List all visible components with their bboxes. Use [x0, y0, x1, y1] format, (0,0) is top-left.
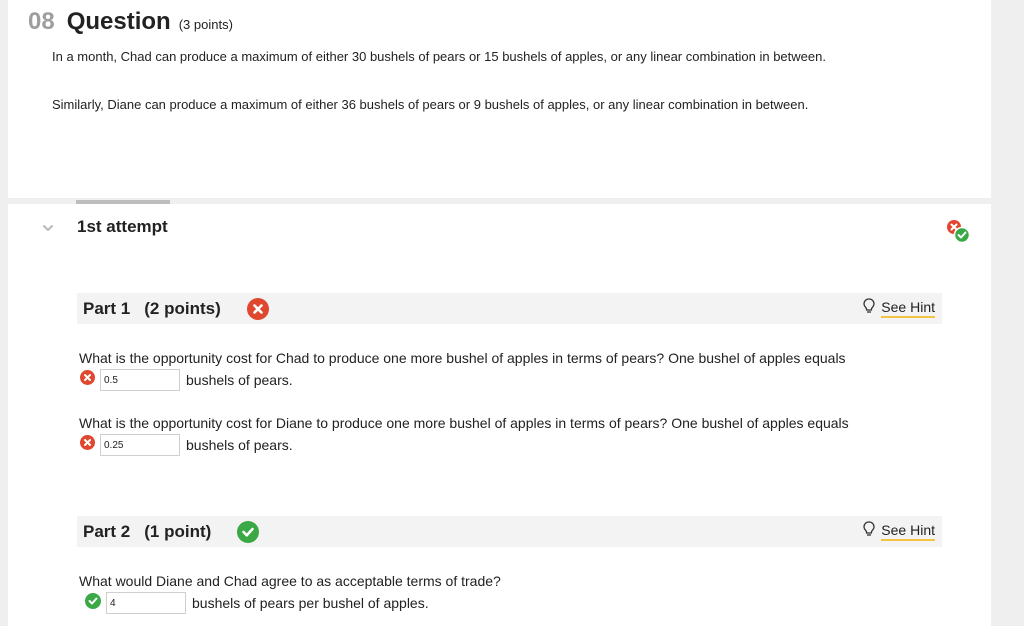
part1-question2-text: What is the opportunity cost for Diane t…: [79, 415, 849, 431]
question-prompt-chad: In a month, Chad can produce a maximum o…: [52, 49, 826, 64]
part1-answer1-row: bushels of pears.: [80, 369, 293, 391]
correct-icon: [237, 520, 260, 543]
part1-answer2-row: bushels of pears.: [80, 434, 293, 456]
part1-header: Part 1 (2 points) See Hint: [77, 293, 942, 324]
lightbulb-icon: [863, 298, 875, 319]
part2-header: Part 2 (1 point) See Hint: [77, 516, 942, 547]
part1-answer2-suffix: bushels of pears.: [186, 437, 293, 453]
part1-see-hint[interactable]: See Hint: [863, 298, 935, 319]
incorrect-icon: [80, 370, 95, 390]
part1-answer1-input[interactable]: [100, 369, 180, 391]
part2-question1-text: What would Diane and Chad agree to as ac…: [79, 573, 501, 589]
part2-see-hint[interactable]: See Hint: [863, 521, 935, 542]
incorrect-icon: [80, 435, 95, 455]
part2-points: (1 point): [144, 521, 212, 541]
question-title: Question: [66, 8, 171, 35]
question-points: (3 points): [178, 17, 233, 32]
part1-hint-label[interactable]: See Hint: [881, 299, 935, 318]
question-header: 08 Question (3 points): [28, 8, 233, 36]
part1-points: (2 points): [144, 298, 221, 318]
part2-answer1-input[interactable]: [106, 592, 186, 614]
part1-answer1-suffix: bushels of pears.: [186, 372, 293, 388]
correct-icon: [85, 592, 101, 614]
attempt-tab-indicator: [76, 200, 170, 204]
part2-answer1-row: bushels of pears per bushel of apples.: [85, 592, 429, 614]
incorrect-correct-combo-icon: [945, 219, 971, 244]
lightbulb-icon: [863, 521, 875, 542]
part1-question1-text: What is the opportunity cost for Chad to…: [79, 350, 846, 366]
part2-label: Part 2: [83, 521, 131, 541]
part2-answer1-suffix: bushels of pears per bushel of apples.: [192, 595, 429, 611]
question-prompt-diane: Similarly, Diane can produce a maximum o…: [52, 97, 809, 112]
part1-label: Part 1: [83, 298, 131, 318]
part2-hint-label[interactable]: See Hint: [881, 522, 935, 541]
chevron-down-icon[interactable]: [41, 221, 55, 235]
attempt-title[interactable]: 1st attempt: [77, 217, 168, 237]
question-number: 08: [28, 8, 55, 35]
incorrect-icon: [246, 297, 269, 320]
part1-answer2-input[interactable]: [100, 434, 180, 456]
